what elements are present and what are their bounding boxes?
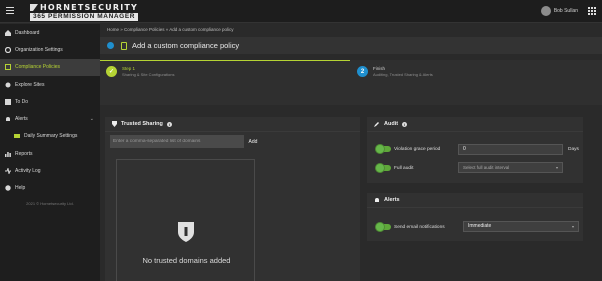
send-email-label: Send email notifications [394,224,445,230]
sidebar-item-explore-sites[interactable]: Explore Sites [0,76,100,93]
info-icon[interactable]: i [166,121,172,127]
full-audit-label: Full audit [394,165,414,171]
alerts-header: Alerts [367,193,583,208]
violation-grace-label: Violation grace period [394,146,441,152]
help-icon [5,185,11,192]
wizard-steps: ✓ Step 1 Sharing & Site Configurations 2… [100,60,602,105]
step-2-number: 2 [357,66,368,77]
sidebar-item-reports[interactable]: Reports [0,145,100,162]
todo-icon [5,98,11,105]
add-domain-button[interactable]: Add [245,135,261,148]
chevron-down-icon[interactable]: ⌄ [90,116,94,122]
sidebar-item-label: Organization Settings [15,46,63,53]
alerts-title: Alerts [384,197,400,203]
domains-input[interactable] [110,135,244,148]
empty-state-text: No trusted domains added [142,256,231,265]
full-audit-select-value: Select full audit interval [463,165,510,170]
step-2-subtitle: Auditing, Trusted Sharing & Alerts [373,72,433,77]
full-audit-toggle[interactable] [376,164,391,172]
back-icon[interactable] [107,42,114,49]
main-content: Home » Compliance Policies » Add a custo… [100,24,602,281]
sidebar-item-label: Activity Log [15,168,41,175]
pencil-icon [374,122,379,127]
step-1-subtitle: Sharing & Site Configurations [122,72,175,77]
step-2[interactable]: 2 Finish Auditing, Trusted Sharing & Ale… [357,66,433,77]
sidebar-item-label: To Do [15,98,29,105]
send-email-row: Send email notifications [376,223,445,231]
sidebar-item-to-do[interactable]: To Do [0,93,100,110]
violation-grace-row: Violation grace period [376,145,441,153]
audit-card: Audit i Violation grace period 0 Days Fu… [367,117,583,183]
chevron-down-icon [556,167,558,169]
brand-line2: 365 PERMISSION MANAGER [30,13,139,21]
step-1[interactable]: ✓ Step 1 Sharing & Site Configurations [106,66,174,77]
send-email-toggle[interactable] [376,223,391,231]
trusted-sharing-card: Trusted Sharing i Add No trusted domains… [105,117,360,281]
explore-icon [5,82,11,88]
shield-icon [178,222,194,242]
activity-icon [5,168,11,175]
audit-header: Audit i [367,117,583,132]
hornet-logo-icon [30,4,38,11]
breadcrumb[interactable]: Home » Compliance Policies » Add a custo… [107,27,234,32]
step-1-title: Step 1 [122,66,136,71]
sidebar-item-activity-log[interactable]: Activity Log [0,162,100,179]
bell-icon [6,117,10,122]
sidebar-item-label: Help [15,185,26,192]
full-audit-row: Full audit [376,164,414,172]
hamburger-menu-icon[interactable] [6,7,14,16]
sidebar-item-label: Daily Summary Settings [24,133,78,140]
chevron-down-icon [572,226,574,228]
brand-line1: HORNETSECURITY [40,3,139,12]
sidebar-item-label: Compliance Policies [15,64,61,71]
days-label: Days [568,147,579,152]
page-title: Add a custom compliance policy [132,41,240,50]
alert-frequency-value: Immediate [468,223,492,229]
mail-icon [14,134,20,139]
avatar [540,6,551,16]
chart-icon [5,151,11,157]
alerts-card: Alerts Send email notifications Immediat… [367,193,583,241]
shield-icon [112,121,117,127]
top-bar: HORNETSECURITY 365 PERMISSION MANAGER Bo… [0,0,602,23]
user-menu[interactable]: Bob Sullan [540,6,578,16]
sidebar-item-compliance-policies[interactable]: Compliance Policies [0,58,100,76]
page-header: Add a custom compliance policy [100,37,602,54]
sidebar-item-alerts[interactable]: Alerts ⌄ [0,110,100,127]
step-1-check-icon: ✓ [106,66,117,77]
sidebar-item-dashboard[interactable]: Dashboard [0,24,100,41]
info-icon[interactable]: i [402,121,408,127]
violation-grace-input[interactable]: 0 [458,144,563,155]
trusted-sharing-header: Trusted Sharing i [105,117,360,132]
document-icon [121,41,127,50]
trusted-sharing-title: Trusted Sharing [121,121,163,127]
sidebar-item-label: Dashboard [15,29,40,36]
home-icon [5,29,11,36]
user-name: Bob Sullan [553,8,578,14]
sidebar-item-help[interactable]: Help [0,180,100,197]
sidebar-item-label: Explore Sites [15,81,45,88]
copyright-text: 2021 © Hornetsecurity Ltd. [26,200,74,206]
full-audit-interval-select[interactable]: Select full audit interval [458,162,563,173]
trusted-domains-list: No trusted domains added [116,159,255,281]
app-logo[interactable]: HORNETSECURITY 365 PERMISSION MANAGER [30,3,139,21]
app-launcher-icon[interactable] [588,7,596,15]
step-2-title: Finish [373,66,386,71]
checklist-icon [5,64,11,71]
audit-title: Audit [384,121,399,127]
gear-icon [5,46,11,53]
sidebar-item-organization-settings[interactable]: Organization Settings [0,41,100,58]
sidebar-item-daily-summary-settings[interactable]: Daily Summary Settings [0,128,100,145]
step-progress-line [100,60,350,61]
sidebar-item-label: Alerts [15,116,28,123]
alert-frequency-select[interactable]: Immediate [463,221,579,232]
sidebar: Dashboard Organization Settings Complian… [0,24,100,281]
bell-icon [375,198,379,202]
violation-grace-toggle[interactable] [376,145,391,153]
sidebar-item-label: Reports [15,150,33,157]
